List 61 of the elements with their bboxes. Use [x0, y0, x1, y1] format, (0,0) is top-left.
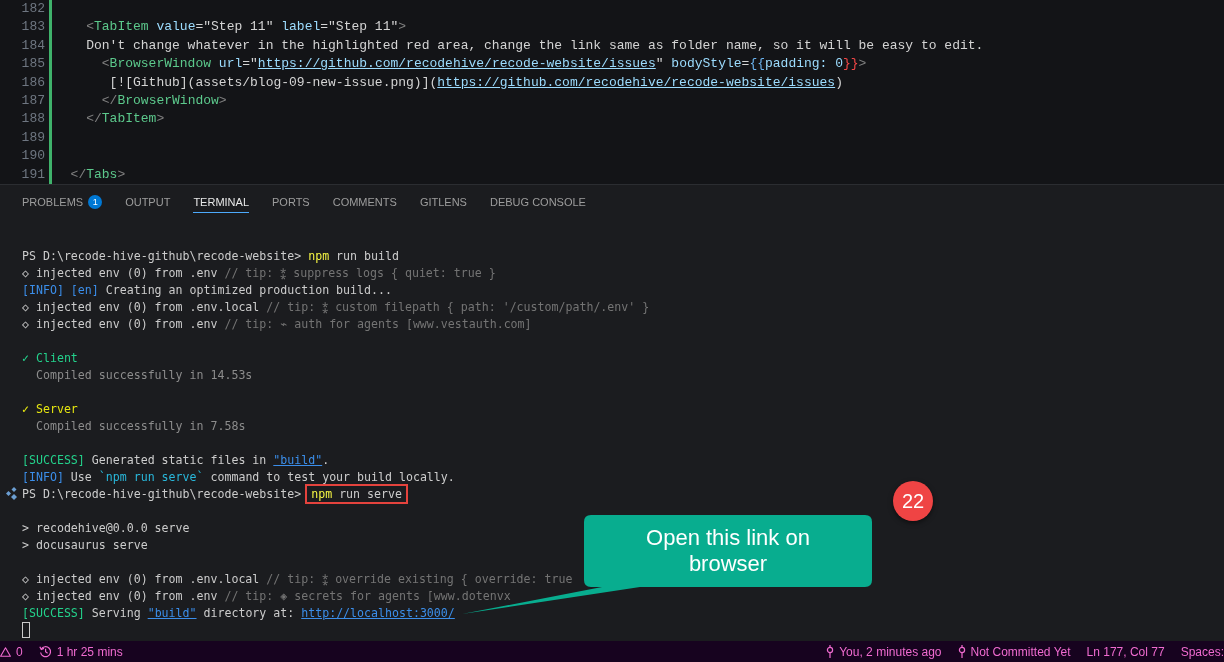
panel-tab[interactable]: PROBLEMS 1 [22, 192, 103, 214]
terminal-line: [INFO] Use `npm run serve` command to test your build locally. [22, 469, 455, 484]
code-line: <BrowserWindow url="https://github.com/recodehive/recode-website/issues" bodyStyle={{padding: 0}}> [100, 55, 867, 74]
terminal-line: [SUCCESS] Generated static files in "build". [22, 452, 330, 467]
code-link[interactable]: https://github.com/recodehive/recode-website/issues [257, 56, 656, 72]
terminal-line: ✓ Server [22, 401, 78, 416]
terminal-line: ◇ injected env (0) from .env // tip: ⌁ auth for agents [www.vestauth.com] [22, 316, 532, 331]
panel-tab[interactable]: TERMINAL [193, 193, 249, 213]
warning-icon [0, 646, 11, 657]
highlight-box: npm run serve [305, 483, 408, 504]
line-number: 184 [21, 36, 45, 55]
commit-icon [826, 645, 835, 658]
line-number: 186 [21, 73, 45, 92]
panel-tab[interactable]: PORTS [272, 193, 310, 213]
line-number: 185 [21, 55, 45, 74]
terminal-link[interactable]: "build" [147, 605, 197, 620]
terminal-line: [INFO] [en] Creating an optimized production build... [22, 282, 392, 297]
terminal-line: ✓ Client [22, 350, 78, 365]
line-number: 187 [21, 91, 45, 110]
panel-tab[interactable]: COMMENTS [332, 193, 397, 213]
terminal-line: > docusaurus serve [22, 537, 148, 552]
commit-icon [957, 645, 966, 658]
terminal-link[interactable]: http://localhost:3000/ [301, 605, 455, 620]
cursor-position-status[interactable]: Ln 177, Col 77 [1086, 641, 1165, 662]
terminal-line: ◇ injected env (0) from .env.local // tip: ⁑ custom filepath { path: '/custom/path/.env' } [22, 299, 650, 314]
panel-tab[interactable]: GITLENS [419, 193, 467, 213]
terminal-line: ◇ injected env (0) from .env // tip: ⁑ suppress logs { quiet: true } [22, 265, 496, 280]
code-line: </TabItem> [85, 110, 165, 129]
session-timer-status[interactable]: 1 hr 25 mins [38, 641, 123, 662]
line-number: 191 [21, 165, 45, 184]
blame-status[interactable]: You, 2 minutes ago [826, 641, 942, 662]
terminal-line: Compiled successfully in 7.58s [34, 418, 246, 433]
commit-status[interactable]: Not Committed Yet [957, 641, 1071, 662]
clock-icon [38, 645, 52, 658]
terminal-line: ◇ injected env (0) from .env.local // tip: ⁑ override existing { override: true [22, 571, 573, 586]
line-number: 182 [21, 0, 45, 18]
terminal-line: [SUCCESS] Serving "build" directory at: http://localhost:3000/ [22, 605, 455, 620]
line-number: 188 [21, 110, 45, 129]
terminal-link[interactable]: "build" [273, 452, 323, 467]
panel-tab[interactable]: OUTPUT [125, 193, 171, 213]
line-number: 183 [21, 18, 45, 37]
step-badge: 22 [893, 481, 933, 521]
terminal-prompt-line: PS D:\recode-hive-github\recode-website> npm run build [22, 248, 399, 263]
code-line: Don't change whatever in the highlighted red area, change the link same as folder name, so it will be easy to edit. [85, 36, 984, 55]
code-line: </Tabs> [69, 165, 126, 184]
terminal-line: > recodehive@0.0.0 serve [22, 520, 190, 535]
warnings-status[interactable]: 0 [0, 641, 23, 662]
indentation-status[interactable]: Spaces: [1180, 641, 1224, 662]
terminal-line: ◇ injected env (0) from .env // tip: ◈ secrets for agents [www.dotenvx [22, 588, 511, 603]
code-line: </BrowserWindow> [100, 91, 227, 110]
terminal-line: Compiled successfully in 14.53s [34, 367, 253, 382]
code-link[interactable]: https://github.com/recodehive/recode-website/issues [437, 74, 836, 90]
line-number: 189 [21, 128, 45, 147]
line-number: 190 [21, 147, 45, 166]
terminal-prompt-line: PS D:\recode-hive-github\recode-website> npm run serve [22, 486, 408, 501]
callout-text: Open this link on browser [645, 525, 811, 577]
panel-tab[interactable]: DEBUG CONSOLE [489, 193, 586, 213]
count-badge: 1 [88, 195, 103, 209]
code-line: [![Github](assets/blog-09-new-issue.png)](https://github.com/recodehive/recode-website/issues) [108, 73, 843, 92]
code-line: <TabItem value="Step 11" label="Step 11"> [85, 18, 407, 37]
terminal-cursor [22, 621, 30, 638]
